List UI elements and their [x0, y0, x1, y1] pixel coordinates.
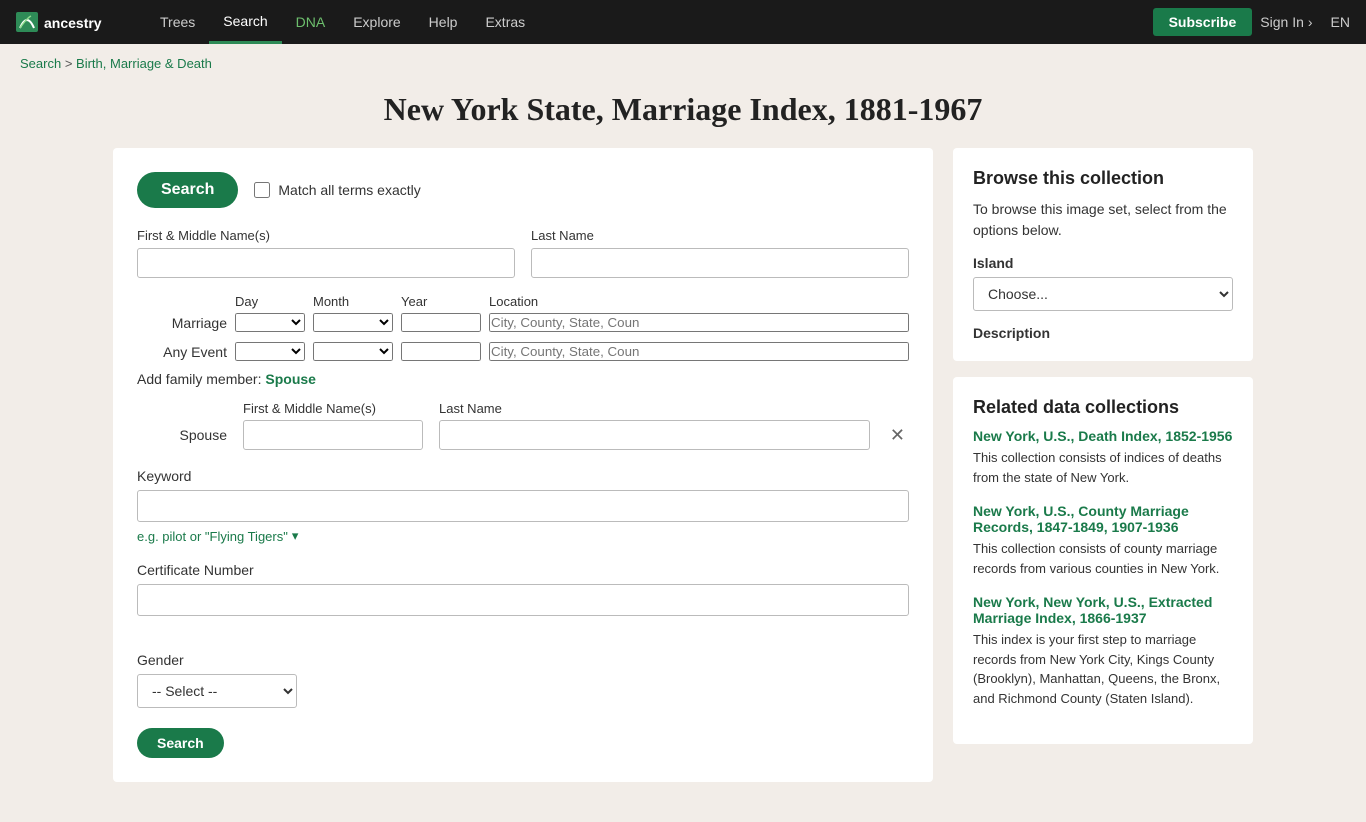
- spouse-last-header: Last Name: [439, 401, 502, 416]
- marriage-year-input[interactable]: [401, 313, 481, 332]
- search-button[interactable]: Search: [137, 172, 238, 208]
- gender-select[interactable]: -- Select -- Male Female: [137, 674, 297, 708]
- last-name-input[interactable]: [531, 248, 909, 278]
- nav-right: Subscribe Sign In › EN: [1153, 8, 1350, 36]
- keyword-hint-chevron: ▾: [292, 528, 299, 544]
- any-event-year-input[interactable]: [401, 342, 481, 361]
- first-name-group: First & Middle Name(s): [137, 228, 515, 278]
- search-top-row: Search Match all terms exactly: [137, 172, 909, 208]
- page-title: New York State, Marriage Index, 1881-196…: [0, 75, 1366, 148]
- marriage-location-input[interactable]: [489, 313, 909, 332]
- day-header: Day: [235, 294, 305, 309]
- breadcrumb-category[interactable]: Birth, Marriage & Death: [76, 56, 212, 71]
- breadcrumb-search[interactable]: Search: [20, 56, 61, 71]
- month-header: Month: [313, 294, 393, 309]
- bottom-buttons: Search: [137, 728, 909, 758]
- first-name-input[interactable]: [137, 248, 515, 278]
- nav-explore[interactable]: Explore: [339, 0, 414, 44]
- first-name-label: First & Middle Name(s): [137, 228, 515, 243]
- nav-dna[interactable]: DNA: [282, 0, 340, 44]
- related-desc-2: This collection consists of county marri…: [973, 539, 1233, 578]
- keyword-hint[interactable]: e.g. pilot or "Flying Tigers" ▾: [137, 528, 909, 544]
- match-label[interactable]: Match all terms exactly: [254, 182, 420, 198]
- description-label: Description: [973, 325, 1233, 341]
- add-family-section: Add family member: Spouse: [137, 371, 909, 387]
- match-text: Match all terms exactly: [278, 182, 420, 198]
- language-selector[interactable]: EN: [1321, 14, 1350, 30]
- match-checkbox[interactable]: [254, 182, 270, 198]
- spouse-last-input[interactable]: [439, 420, 870, 450]
- any-event-day-select[interactable]: [235, 342, 305, 361]
- right-panel: Browse this collection To browse this im…: [953, 148, 1253, 782]
- related-title: Related data collections: [973, 397, 1233, 418]
- browse-title: Browse this collection: [973, 168, 1233, 189]
- related-link-3[interactable]: New York, New York, U.S., Extracted Marr…: [973, 594, 1233, 626]
- related-item-2: New York, U.S., County Marriage Records,…: [973, 503, 1233, 578]
- keyword-label: Keyword: [137, 468, 909, 484]
- spouse-first-input[interactable]: [243, 420, 423, 450]
- location-header: Location: [489, 294, 909, 309]
- any-event-location-input[interactable]: [489, 342, 909, 361]
- marriage-date-row: Marriage: [137, 313, 909, 332]
- related-card: Related data collections New York, U.S.,…: [953, 377, 1253, 744]
- spouse-row: Spouse ✕: [137, 420, 909, 450]
- signin-link[interactable]: Sign In ›: [1260, 14, 1312, 30]
- nav-help[interactable]: Help: [415, 0, 472, 44]
- any-event-location-group: [489, 342, 909, 361]
- search-panel: Search Match all terms exactly First & M…: [113, 148, 933, 782]
- navbar: ancestry Trees Search DNA Explore Help E…: [0, 0, 1366, 44]
- marriage-label: Marriage: [137, 315, 227, 331]
- logo[interactable]: ancestry: [16, 8, 126, 36]
- island-label: Island: [973, 255, 1233, 271]
- keyword-input[interactable]: [137, 490, 909, 522]
- spouse-row-label: Spouse: [137, 427, 227, 443]
- gender-label: Gender: [137, 652, 909, 668]
- cert-label: Certificate Number: [137, 562, 909, 578]
- add-family-label: Add family member:: [137, 371, 261, 387]
- related-link-1[interactable]: New York, U.S., Death Index, 1852-1956: [973, 428, 1233, 444]
- nav-search[interactable]: Search: [209, 0, 281, 44]
- subscribe-button[interactable]: Subscribe: [1153, 8, 1253, 36]
- certificate-section: Certificate Number: [137, 562, 909, 634]
- name-fields-row: First & Middle Name(s) Last Name: [137, 228, 909, 278]
- browse-card: Browse this collection To browse this im…: [953, 148, 1253, 361]
- related-item-1: New York, U.S., Death Index, 1852-1956 T…: [973, 428, 1233, 487]
- any-event-label: Any Event: [137, 344, 227, 360]
- last-name-group: Last Name: [531, 228, 909, 278]
- related-link-2[interactable]: New York, U.S., County Marriage Records,…: [973, 503, 1233, 535]
- main-layout: Search Match all terms exactly First & M…: [93, 148, 1273, 822]
- cert-input[interactable]: [137, 584, 909, 616]
- gender-section: Gender -- Select -- Male Female: [137, 652, 909, 708]
- marriage-month-select[interactable]: [313, 313, 393, 332]
- marriage-day-select[interactable]: [235, 313, 305, 332]
- spouse-link[interactable]: Spouse: [265, 371, 316, 387]
- marriage-location-group: [489, 313, 909, 332]
- island-select[interactable]: Choose...: [973, 277, 1233, 311]
- related-desc-3: This index is your first step to marriag…: [973, 630, 1233, 708]
- bottom-search-button[interactable]: Search: [137, 728, 224, 758]
- keyword-section: Keyword e.g. pilot or "Flying Tigers" ▾: [137, 468, 909, 544]
- spouse-section: First & Middle Name(s) Last Name Spouse …: [137, 401, 909, 450]
- spouse-first-header: First & Middle Name(s): [243, 401, 423, 416]
- year-header: Year: [401, 294, 481, 309]
- svg-text:ancestry: ancestry: [44, 15, 102, 31]
- related-item-3: New York, New York, U.S., Extracted Marr…: [973, 594, 1233, 708]
- browse-desc: To browse this image set, select from th…: [973, 199, 1233, 241]
- any-event-month-select[interactable]: [313, 342, 393, 361]
- remove-spouse-button[interactable]: ✕: [886, 426, 909, 444]
- date-headers: Day Month Year Location: [137, 294, 909, 309]
- breadcrumb: Search > Birth, Marriage & Death: [0, 44, 1366, 75]
- last-name-label: Last Name: [531, 228, 909, 243]
- any-event-date-row: Any Event: [137, 342, 909, 361]
- nav-trees[interactable]: Trees: [146, 0, 209, 44]
- related-desc-1: This collection consists of indices of d…: [973, 448, 1233, 487]
- nav-extras[interactable]: Extras: [471, 0, 539, 44]
- nav-links: Trees Search DNA Explore Help Extras: [146, 0, 1153, 44]
